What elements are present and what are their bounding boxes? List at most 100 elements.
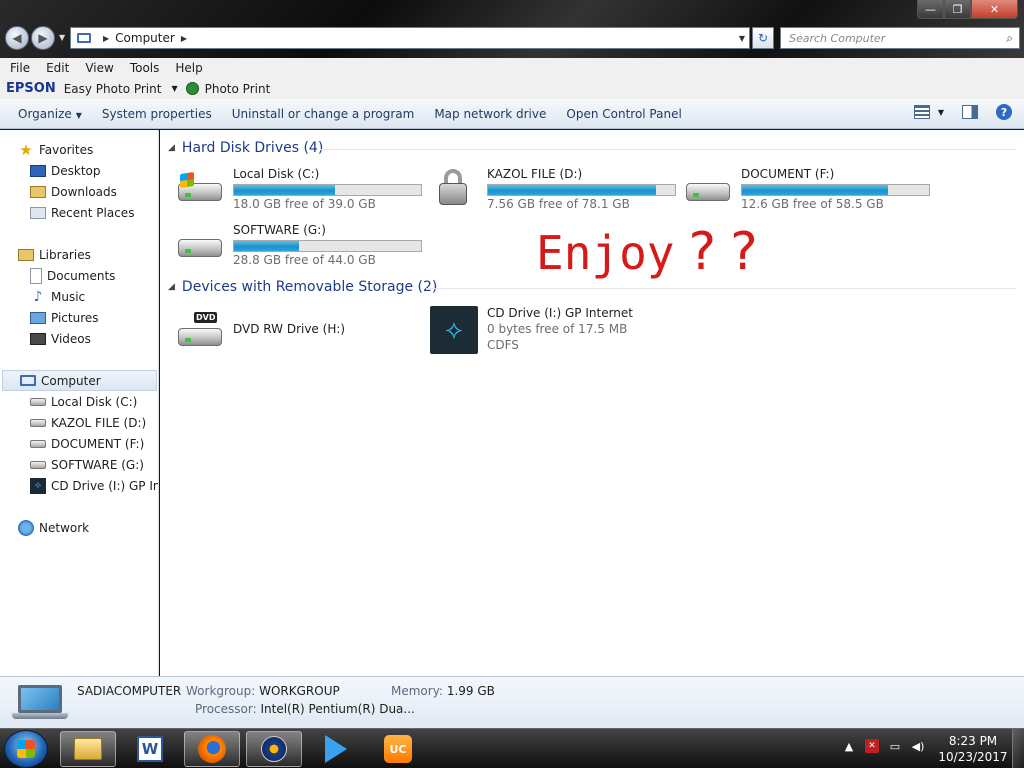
sidebar-item-document-f[interactable]: DOCUMENT (F:) [30,433,144,454]
firefox-icon [198,735,226,763]
close-button[interactable]: ✕ [971,0,1018,19]
breadcrumb-computer[interactable]: Computer [115,31,175,45]
show-desktop-button[interactable] [1012,729,1024,768]
menu-view[interactable]: View [77,61,121,75]
system-tray: ▲ ✕ ▭ ◀) [842,739,925,753]
breadcrumb-separator-icon[interactable]: ▶ [103,34,109,43]
hard-drive-icon [684,173,732,209]
photo-print-button[interactable]: Photo Print [205,82,271,96]
sidebar-item-kazol-file-d[interactable]: KAZOL FILE (D:) [30,412,146,433]
start-button[interactable] [4,730,48,768]
open-control-panel-button[interactable]: Open Control Panel [556,107,691,121]
organize-label: Organize [18,106,72,121]
sidebar-item-desktop[interactable]: Desktop [30,160,101,181]
sidebar-item-pictures[interactable]: Pictures [30,307,99,328]
action-center-flag-icon[interactable]: ✕ [865,739,879,753]
sidebar-item-label: Music [51,289,86,304]
volume-icon[interactable]: ◀) [911,739,925,753]
easy-photo-print-button[interactable]: Easy Photo Print [64,82,162,96]
sidebar-item-documents[interactable]: Documents [30,265,115,286]
sidebar-item-network[interactable]: Network [18,517,89,538]
sidebar-item-label: Recent Places [51,205,135,220]
sidebar-item-favorites[interactable]: ★ Favorites [18,139,93,160]
sidebar-item-libraries[interactable]: Libraries [18,244,91,265]
system-properties-button[interactable]: System properties [92,107,222,121]
title-bar: — ❐ ✕ ◀ ▶ ▼ ▶ Computer ▶ ▼ ↻ Search Comp… [0,0,1024,58]
breadcrumb-separator-icon[interactable]: ▶ [181,34,187,43]
sidebar-item-recent-places[interactable]: Recent Places [30,202,134,223]
organize-button[interactable]: Organize ▼ [8,107,92,121]
drive-software-g[interactable]: SOFTWARE (G:) 28.8 GB free of 44.0 GB [176,223,426,271]
sidebar-item-label: Videos [51,331,91,346]
view-options-icon [913,105,930,119]
recent-places-icon [30,206,46,219]
menu-edit[interactable]: Edit [38,61,77,75]
menu-help[interactable]: Help [167,61,210,75]
sidebar-item-downloads[interactable]: Downloads [30,181,117,202]
taskbar-word[interactable]: W [122,731,178,767]
taskbar-video-player[interactable] [308,731,364,767]
taskbar-media-player[interactable] [246,731,302,767]
hard-drive-icon [30,460,46,469]
windows-logo-icon [17,740,35,758]
collapse-triangle-icon[interactable]: ◢ [168,282,175,292]
sidebar-item-cd-drive-i[interactable]: ⟡ CD Drive (I:) GP Internet [30,475,158,496]
map-network-drive-button[interactable]: Map network drive [424,107,556,121]
music-note-icon: ♪ [33,288,43,305]
sidebar-item-computer[interactable]: Computer [2,370,157,391]
drive-dvd-rw-h[interactable]: DVD DVD RW Drive (H:) [176,306,426,354]
drive-name: Local Disk (C:) [233,167,320,181]
sidebar-item-music[interactable]: ♪ Music [30,286,86,307]
minimize-button[interactable]: — [917,0,944,19]
uc-browser-icon: UC [384,735,412,763]
drive-kazol-file-d[interactable]: KAZOL FILE (D:) 7.56 GB free of 78.1 GB [430,167,680,215]
windows-drive-icon [176,172,224,209]
drive-cd-gp-internet-i[interactable]: ⟡ CD Drive (I:) GP Internet 0 bytes free… [430,306,680,354]
forward-button[interactable]: ▶ [31,26,55,50]
help-icon[interactable]: ? [996,104,1012,120]
group-header-hard-disks[interactable]: ◢ Hard Disk Drives (4) [168,137,323,159]
star-icon: ★ [19,140,33,159]
maximize-button[interactable]: ❐ [944,0,971,19]
sidebar-item-software-g[interactable]: SOFTWARE (G:) [30,454,144,475]
recent-pages-dropdown[interactable]: ▼ [59,33,65,42]
taskbar-explorer[interactable] [60,731,116,767]
folder-icon [74,738,102,760]
search-input[interactable]: Search Computer ⌕ [780,27,1020,49]
back-arrow-icon: ◀ [12,31,22,45]
address-bar[interactable]: ▶ Computer ▶ ▼ [70,27,750,49]
organize-dropdown-icon: ▼ [75,110,82,120]
network-icon [18,519,34,536]
group-divider [426,288,1016,289]
group-header-removable[interactable]: ◢ Devices with Removable Storage (2) [168,276,437,298]
taskbar-uc-browser[interactable]: UC [370,731,426,767]
back-button[interactable]: ◀ [5,26,29,50]
laptop-icon [18,685,62,713]
epson-logo: EPSON [6,81,56,96]
sidebar-item-label: Documents [47,268,116,283]
change-view-button[interactable]: ▼ [913,105,944,119]
sidebar-item-local-disk-c[interactable]: Local Disk (C:) [30,391,137,412]
refresh-button[interactable]: ↻ [752,27,774,49]
search-icon[interactable]: ⌕ [1006,31,1013,46]
taskbar-firefox[interactable] [184,731,240,767]
media-player-icon [261,736,287,762]
uninstall-program-button[interactable]: Uninstall or change a program [222,107,425,121]
sidebar-item-videos[interactable]: Videos [30,328,91,349]
menu-file[interactable]: File [2,61,38,75]
preview-pane-icon[interactable] [962,105,978,119]
network-tray-icon[interactable]: ▭ [888,739,902,753]
computer-icon [77,33,91,43]
workgroup-value: WORKGROUP [259,684,340,698]
easy-photo-print-dropdown-icon[interactable]: ▼ [171,84,177,93]
word-icon: W [137,736,163,762]
clock[interactable]: 8:23 PM 10/23/2017 [936,733,1010,765]
show-hidden-icons-icon[interactable]: ▲ [842,739,856,753]
address-dropdown-icon[interactable]: ▼ [739,34,745,43]
enjoy-overlay-text: Enjoy?? [536,222,772,282]
sidebar-item-label: SOFTWARE (G:) [51,457,144,472]
drive-local-disk-c[interactable]: Local Disk (C:) 18.0 GB free of 39.0 GB [176,167,426,215]
drive-document-f[interactable]: DOCUMENT (F:) 12.6 GB free of 58.5 GB [684,167,934,215]
collapse-triangle-icon[interactable]: ◢ [168,143,175,153]
menu-tools[interactable]: Tools [122,61,168,75]
